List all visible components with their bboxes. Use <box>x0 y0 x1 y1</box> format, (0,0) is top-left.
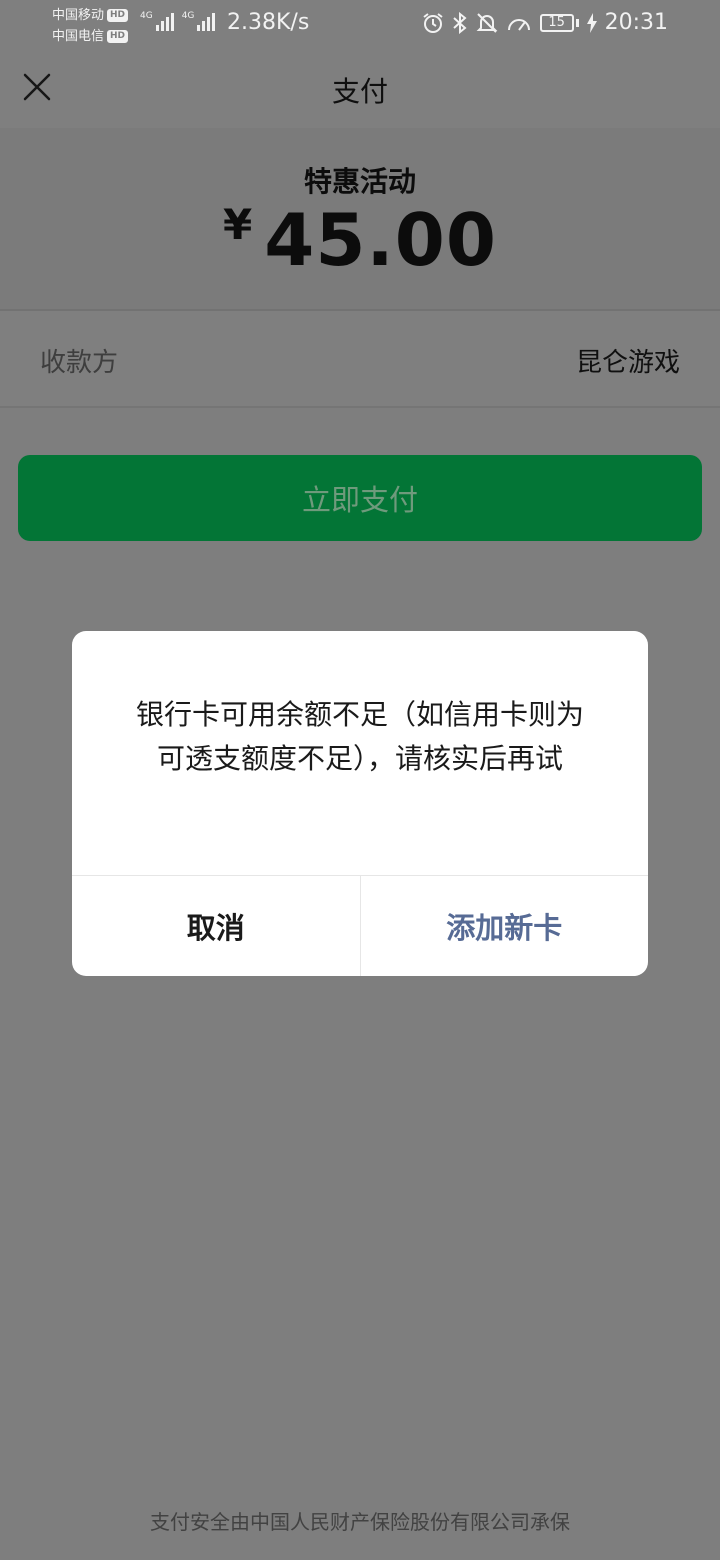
network-type-1: 4G <box>140 11 153 21</box>
carrier-1: 中国移动 <box>52 8 105 23</box>
signal-strength-icon: 4G <box>182 11 216 31</box>
nav-bar: 支付 <box>0 50 720 128</box>
battery-icon: 15 <box>539 13 574 32</box>
battery-tip <box>575 18 579 27</box>
pay-now-button[interactable]: 立即支付 <box>18 455 702 541</box>
hd-badge-2: HD <box>107 30 129 43</box>
network-type-2: 4G <box>181 11 195 21</box>
payee-row: 收款方 昆仑游戏 <box>0 311 720 408</box>
carrier-info: 中国移动 HD 中国电信 HD <box>52 5 129 47</box>
charging-icon <box>586 12 597 33</box>
payee-label: 收款方 <box>40 348 119 378</box>
status-bar: 中国移动 HD 中国电信 HD 4G 4G 2.38K/s 15 20:31 <box>0 0 720 50</box>
hd-badge-1: HD <box>107 9 129 22</box>
battery-level: 15 <box>548 14 565 30</box>
amount-section: 特惠活动 ¥45.00 <box>0 128 720 311</box>
carrier-2: 中国电信 <box>52 29 105 44</box>
signal-indicators: 4G 4G <box>140 11 216 31</box>
bluetooth-icon <box>452 11 468 34</box>
alarm-icon <box>422 12 444 34</box>
dialog-actions: 取消 添加新卡 <box>72 875 648 976</box>
insurance-footer: 支付安全由中国人民财产保险股份有限公司承保 <box>150 1510 570 1534</box>
amount-display: ¥45.00 <box>0 198 720 282</box>
page-title: 支付 <box>331 75 388 108</box>
payee-value: 昆仑游戏 <box>575 348 680 378</box>
status-icons: 15 20:31 <box>422 10 668 35</box>
promo-title: 特惠活动 <box>303 165 416 198</box>
add-new-card-button[interactable]: 添加新卡 <box>361 876 649 976</box>
bell-off-icon <box>476 12 498 34</box>
network-speed: 2.38K/s <box>227 10 310 35</box>
insufficient-balance-dialog: 银行卡可用余额不足（如信用卡则为可透支额度不足），请核实后再试 取消 添加新卡 <box>72 631 648 976</box>
clock-time: 20:31 <box>604 10 668 35</box>
signal-strength-icon: 4G <box>140 11 174 31</box>
payment-amount: 45.00 <box>264 198 497 282</box>
currency-symbol: ¥ <box>223 200 253 249</box>
speedometer-icon <box>506 12 532 34</box>
dialog-message: 银行卡可用余额不足（如信用卡则为可透支额度不足），请核实后再试 <box>135 698 584 775</box>
cancel-button[interactable]: 取消 <box>72 876 361 976</box>
